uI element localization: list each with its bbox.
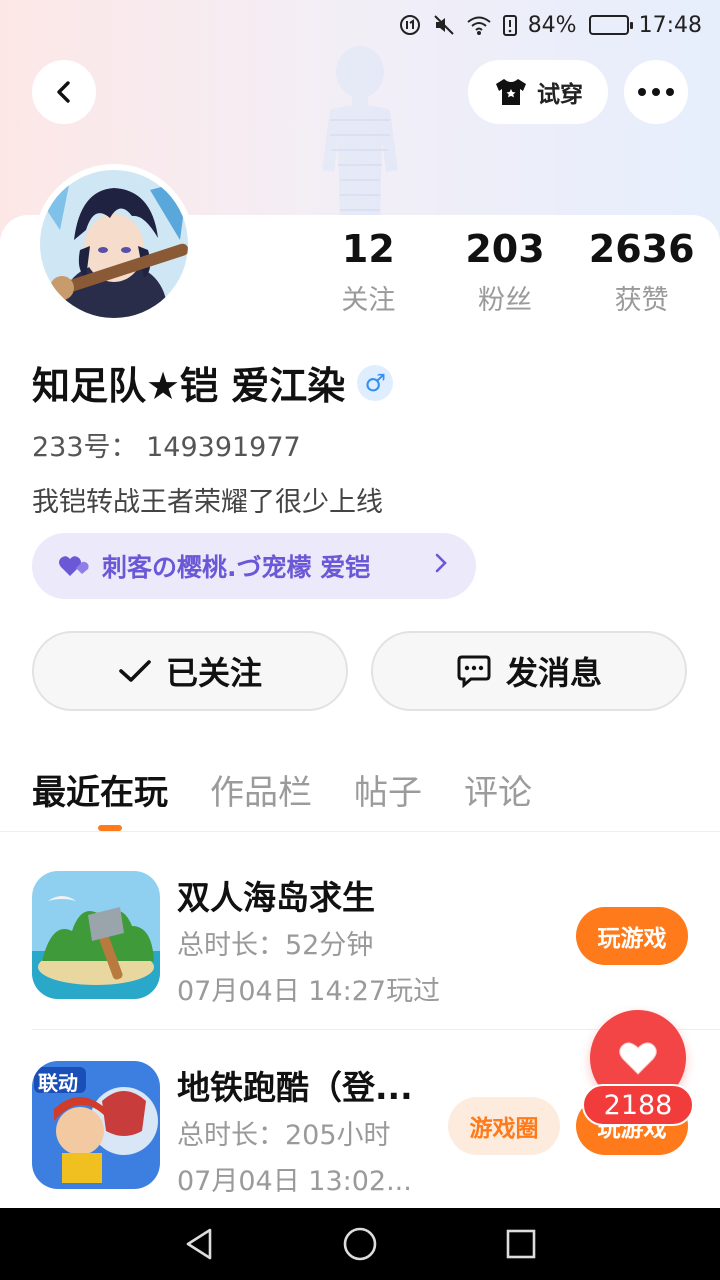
- avatar-image: [40, 170, 188, 318]
- data-saver-icon: [398, 13, 422, 37]
- island-survival-game-icon: [32, 871, 160, 999]
- game-play-duration: 总时长：52分钟: [177, 930, 374, 961]
- game-title: 地铁跑酷（登...: [177, 1068, 413, 1107]
- chevron-right-icon: [434, 552, 448, 580]
- fans-count: 203: [465, 227, 545, 271]
- user-id: 233号： 149391977: [32, 432, 301, 463]
- following-count: 12: [341, 227, 395, 271]
- checkmark-icon: [119, 660, 151, 682]
- double-heart-icon: [59, 556, 89, 576]
- send-message-label: 发消息: [505, 654, 602, 692]
- subway-surfers-game-icon: 联动: [32, 1061, 160, 1189]
- play-game-button[interactable]: 玩游戏: [576, 907, 688, 965]
- male-gender-icon: ♂: [357, 364, 394, 401]
- try-on-label: 试穿: [537, 82, 583, 108]
- likes-count: 2636: [588, 227, 695, 271]
- nav-recents-icon[interactable]: [505, 1228, 537, 1260]
- more-dots-icon: [638, 88, 674, 96]
- back-button[interactable]: [32, 60, 96, 124]
- game-play-duration: 总时长：205小时: [177, 1120, 391, 1151]
- profile-tabs: 最近在玩 作品栏 帖子 评论: [32, 765, 532, 814]
- chat-bubble-icon: [457, 655, 491, 688]
- list-item[interactable]: 双人海岛求生 总时长：52分钟 07月04日 14:27玩过 玩游戏: [32, 871, 720, 1007]
- battery-percent: 84%: [527, 12, 577, 38]
- likes-label: 获赞: [614, 285, 669, 316]
- tab-works[interactable]: 作品栏: [210, 765, 312, 814]
- system-navigation-bar: [0, 1208, 720, 1280]
- user-name: 知足队★铠 爱江染: [32, 364, 346, 408]
- tab-posts[interactable]: 帖子: [354, 765, 422, 814]
- tab-comments[interactable]: 评论: [464, 765, 532, 814]
- mute-icon: [432, 13, 456, 37]
- heart-icon: [619, 1042, 657, 1075]
- tab-recently-played[interactable]: 最近在玩: [32, 765, 168, 814]
- collab-badge: 联动: [38, 1071, 78, 1095]
- tab-divider: [0, 831, 720, 832]
- more-options-button[interactable]: [624, 60, 688, 124]
- name-row: 知足队★铠 爱江染 ♂: [32, 355, 394, 410]
- try-on-button[interactable]: 试穿: [468, 60, 608, 124]
- stat-likes[interactable]: 2636 获赞: [573, 226, 710, 317]
- chevron-left-icon: [57, 81, 70, 103]
- tshirt-icon: [496, 79, 526, 105]
- game-title: 双人海岛求生: [177, 878, 375, 917]
- nav-back-icon[interactable]: [183, 1227, 215, 1261]
- following-label: 关注: [341, 285, 396, 316]
- send-message-button[interactable]: 发消息: [371, 631, 687, 711]
- battery-alert-icon: [502, 13, 518, 37]
- profile-stats: 12 关注 203 粉丝 2636 获赞: [300, 226, 710, 317]
- avatar[interactable]: [34, 164, 194, 324]
- avatar-outfit-figure: [322, 46, 398, 230]
- game-last-played: 07月04日 14:27玩过: [177, 976, 441, 1007]
- fans-label: 粉丝: [478, 285, 532, 316]
- status-bar: 84% 17:48: [0, 0, 720, 50]
- cp-relationship-tag[interactable]: 刺客の樱桃.づ宠檬 爱铠: [32, 533, 476, 599]
- battery-icon: [588, 15, 633, 35]
- stat-following[interactable]: 12 关注: [300, 226, 437, 317]
- clock: 17:48: [638, 12, 702, 38]
- nav-home-icon[interactable]: [342, 1226, 378, 1262]
- cp-tag-label: 刺客の樱桃.づ宠檬 爱铠: [102, 553, 371, 582]
- user-bio: 我铠转战王者荣耀了很少上线: [32, 487, 383, 518]
- stat-fans[interactable]: 203 粉丝: [437, 226, 574, 317]
- game-circle-button[interactable]: 游戏圈: [448, 1097, 560, 1155]
- followed-label: 已关注: [165, 654, 262, 692]
- wifi-icon: [466, 13, 492, 37]
- like-count-badge: 2188: [582, 1084, 694, 1126]
- game-last-played: 07月04日 13:02...: [177, 1166, 412, 1197]
- followed-button[interactable]: 已关注: [32, 631, 348, 711]
